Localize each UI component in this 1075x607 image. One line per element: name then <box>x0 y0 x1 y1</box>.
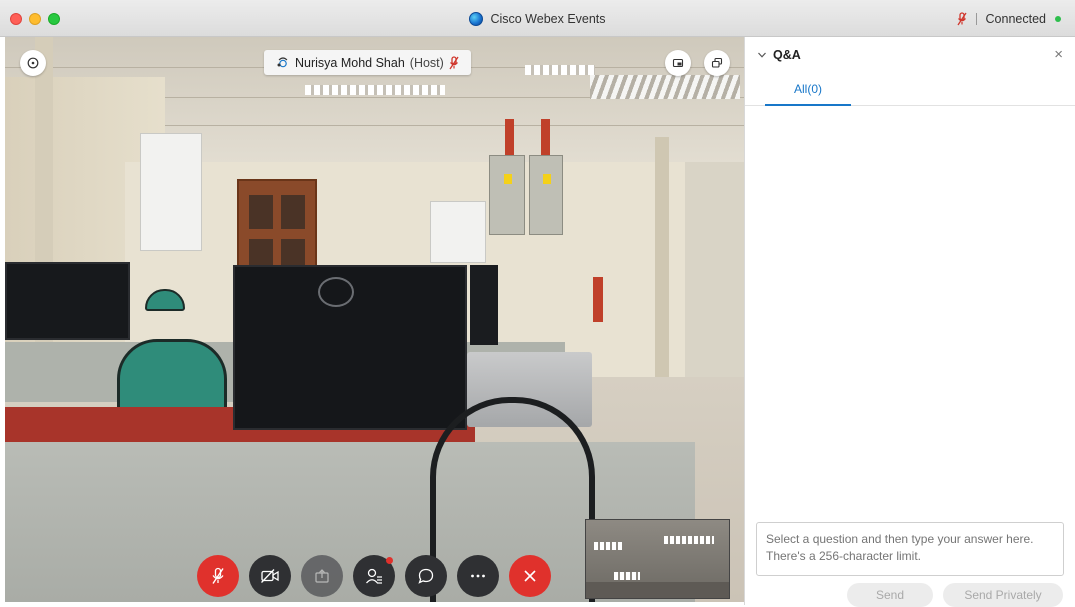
participant-role: (Host) <box>409 55 444 70</box>
qa-panel: Q&A × All(0) Send Send Privately <box>744 37 1075 607</box>
scene-left-monitor <box>5 262 130 340</box>
send-button[interactable]: Send <box>847 583 933 607</box>
picture-in-picture-button[interactable] <box>665 50 691 76</box>
participants-icon <box>365 567 383 585</box>
host-icon <box>276 56 290 69</box>
send-privately-button[interactable]: Send Privately <box>943 583 1063 607</box>
chat-icon <box>417 567 435 585</box>
more-options-button[interactable] <box>457 555 499 597</box>
qa-header[interactable]: Q&A × <box>745 37 1075 73</box>
main-video-feed[interactable]: Nurisya Mohd Shah (Host) <box>5 37 744 602</box>
scene-dell-monitor <box>233 265 467 430</box>
video-off-icon <box>260 568 280 584</box>
connection-status-area: Connected <box>956 0 1061 37</box>
self-view-video[interactable] <box>585 519 730 599</box>
scene-notice-board <box>430 201 486 263</box>
answer-input[interactable] <box>756 522 1064 576</box>
mic-muted-icon[interactable] <box>956 11 967 26</box>
status-separator <box>975 12 977 25</box>
scene-ceiling-light <box>305 85 445 95</box>
participants-notification-badge <box>386 557 393 564</box>
mute-button[interactable] <box>197 555 239 597</box>
connection-status-text: Connected <box>985 11 1046 26</box>
scene-pillar <box>655 137 669 377</box>
chat-button[interactable] <box>405 555 447 597</box>
scene-fire-extinguisher <box>593 277 603 322</box>
chevron-down-icon[interactable] <box>757 51 767 59</box>
window-title: Cisco Webex Events <box>490 11 606 26</box>
connection-status-dot <box>1055 15 1061 22</box>
share-icon <box>314 568 330 584</box>
pip-icon <box>672 57 684 69</box>
scene-chair <box>117 339 227 414</box>
participants-button[interactable] <box>353 555 395 597</box>
close-icon[interactable]: × <box>1054 46 1063 63</box>
ellipsis-icon <box>470 574 486 578</box>
info-icon <box>27 57 39 69</box>
qa-title: Q&A <box>773 48 801 62</box>
scene-pipe <box>505 119 514 159</box>
tab-all[interactable]: All(0) <box>765 73 851 106</box>
close-icon <box>523 569 537 583</box>
mic-muted-icon <box>210 567 226 585</box>
meeting-controls <box>197 555 551 597</box>
scene-ceiling-light <box>525 65 595 75</box>
scene-pipe <box>541 119 550 159</box>
qa-tab-bar: All(0) <box>745 73 1075 106</box>
scene-electrical-panel <box>529 155 563 235</box>
share-button[interactable] <box>301 555 343 597</box>
scene-window-blinds <box>590 75 740 99</box>
scene-electrical-panel <box>489 155 525 235</box>
scene-whiteboard <box>140 133 202 251</box>
active-speaker-label: Nurisya Mohd Shah (Host) <box>264 50 471 75</box>
stop-video-button[interactable] <box>249 555 291 597</box>
layout-icon <box>711 57 723 69</box>
participant-mic-muted-icon <box>449 55 459 70</box>
window-title-group: Cisco Webex Events <box>0 0 1075 37</box>
scene-monitor-back <box>470 265 498 345</box>
participant-name: Nurisya Mohd Shah <box>295 55 405 70</box>
meeting-info-button[interactable] <box>20 50 46 76</box>
leave-button[interactable] <box>509 555 551 597</box>
layout-button[interactable] <box>704 50 730 76</box>
webex-logo-icon <box>469 11 484 26</box>
window-titlebar: Cisco Webex Events Connected <box>0 0 1075 37</box>
